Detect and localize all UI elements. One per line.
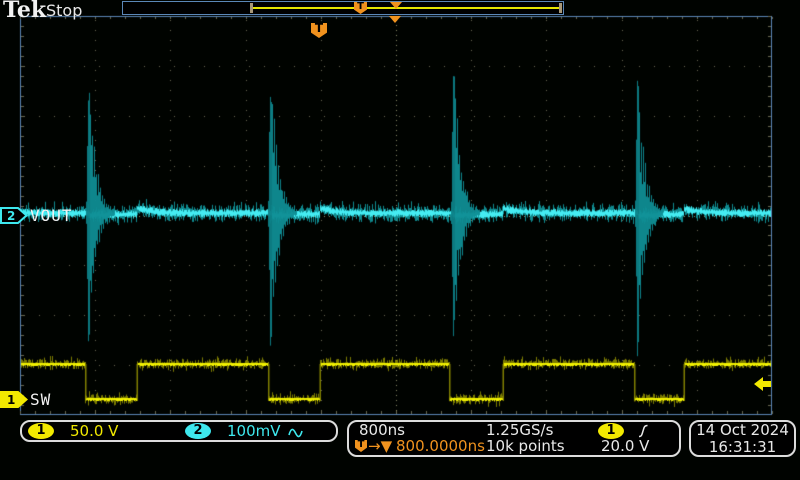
horizontal-trigger-readout-box: 800ns 1.25GS/s 1 T →▼ 800.0000ns 10k poi… bbox=[347, 420, 681, 457]
ch1-trace-label: SW bbox=[30, 390, 51, 409]
ch2-badge: 2 bbox=[185, 423, 211, 439]
date-readout: 14 Oct 2024 bbox=[691, 422, 794, 439]
oscilloscope-screen: Tek Stop T T 2 VOUT 1 SW 1 50.0 V 2 100m… bbox=[0, 0, 800, 480]
view-window-left-bracket bbox=[250, 3, 253, 13]
ch2-ground-marker: 2 bbox=[0, 207, 28, 224]
trigger-position-marker-icon bbox=[389, 16, 401, 23]
trigger-delay-arrows-icon: →▼ bbox=[368, 438, 392, 455]
acquisition-status: Stop bbox=[46, 1, 82, 20]
ch1-ground-marker: 1 bbox=[0, 391, 28, 408]
ch1-scale-readout: 50.0 V bbox=[70, 423, 118, 440]
expansion-point-icon-bar bbox=[390, 2, 402, 9]
graticule-waveform-canvas bbox=[0, 0, 800, 480]
trigger-level-arrow-icon bbox=[753, 376, 772, 392]
datetime-box: 14 Oct 2024 16:31:31 bbox=[689, 420, 796, 457]
view-window-line bbox=[253, 7, 559, 9]
trigger-delay-icon: T bbox=[355, 440, 367, 452]
time-readout: 16:31:31 bbox=[691, 439, 794, 456]
record-length-readout: 10k points bbox=[486, 438, 565, 455]
view-window-right-bracket bbox=[559, 3, 562, 13]
ch2-marker-number: 2 bbox=[7, 209, 15, 223]
ch2-scale-readout: 100mV bbox=[227, 423, 281, 440]
channel-readout-box: 1 50.0 V 2 100mV bbox=[20, 420, 338, 442]
trigger-delay-readout: 800.0000ns bbox=[396, 438, 485, 455]
ch2-trace-label: VOUT bbox=[30, 206, 73, 225]
trigger-level-readout: 20.0 V bbox=[601, 438, 649, 455]
tek-logo: Tek bbox=[3, 0, 46, 23]
ac-coupling-sine-icon bbox=[288, 426, 304, 439]
ch1-marker-number: 1 bbox=[7, 393, 15, 407]
ch1-badge: 1 bbox=[28, 423, 54, 439]
